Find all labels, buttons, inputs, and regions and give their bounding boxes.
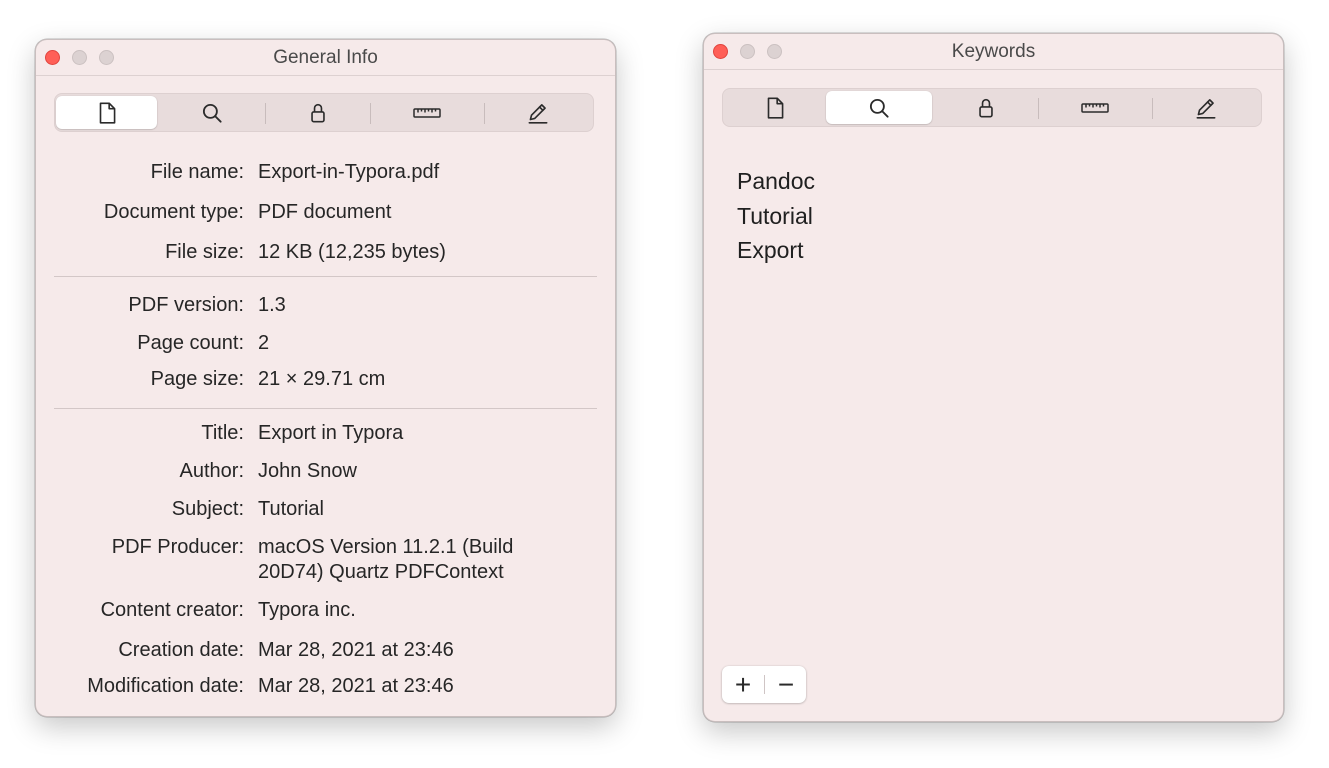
pen-icon <box>528 103 548 124</box>
tab-general-info[interactable] <box>724 91 825 124</box>
page-count-value: 2 <box>258 332 270 354</box>
author-label: Author: <box>179 460 244 482</box>
file-name-value: Export-in-Typora.pdf <box>258 161 440 183</box>
file-name-label: File name: <box>150 161 244 183</box>
document-icon <box>767 96 783 119</box>
page-size-label: Page size: <box>150 368 244 390</box>
title-bar[interactable]: General Info <box>36 40 615 76</box>
pdf-version-value: 1.3 <box>258 294 286 316</box>
pdf-version-label: PDF version: <box>128 294 244 316</box>
keyword-item[interactable]: Export <box>737 236 803 264</box>
subject-value: Tutorial <box>258 498 324 520</box>
document-type-label: Document type: <box>103 201 244 223</box>
add-remove-control: + − <box>722 666 806 703</box>
inspector-tab-bar <box>54 93 594 132</box>
ruler-icon <box>413 107 441 118</box>
author-value: John Snow <box>258 460 357 482</box>
tab-cropping[interactable] <box>1039 91 1151 124</box>
title-label: Title: <box>201 422 244 444</box>
search-icon <box>202 103 222 123</box>
tab-security[interactable] <box>934 91 1038 124</box>
tab-cropping[interactable] <box>371 96 483 129</box>
keywords-window: Keywords Pandoc Tutorial Export + − <box>703 33 1284 722</box>
tab-annotations[interactable] <box>485 96 591 129</box>
tab-keywords[interactable] <box>826 91 932 124</box>
tab-security[interactable] <box>266 96 370 129</box>
pdf-producer-value: macOS Version 11.2.1 (Build 20D74) Quart… <box>258 536 514 583</box>
window-title: Keywords <box>951 41 1036 62</box>
remove-keyword-button[interactable]: − <box>765 666 807 703</box>
tab-annotations[interactable] <box>1153 91 1259 124</box>
title-bar[interactable]: Keywords <box>704 34 1283 70</box>
section-divider <box>54 408 597 409</box>
subject-label: Subject: <box>171 498 244 520</box>
file-size-value: 12 KB (12,235 bytes) <box>258 241 446 263</box>
ruler-icon <box>1081 102 1109 113</box>
file-size-label: File size: <box>165 241 244 263</box>
lock-icon <box>979 98 993 117</box>
page-count-label: Page count: <box>137 332 244 354</box>
pdf-producer-label: PDF Producer: <box>111 536 244 558</box>
search-icon <box>869 98 889 118</box>
content-creator-label: Content creator: <box>100 599 244 621</box>
lock-icon <box>311 103 325 122</box>
document-icon <box>99 101 115 124</box>
creation-date-value: Mar 28, 2021 at 23:46 <box>258 639 454 661</box>
creation-date-label: Creation date: <box>118 639 244 661</box>
title-value: Export in Typora <box>258 422 404 444</box>
tab-general-info[interactable] <box>56 96 157 129</box>
modification-date-value: Mar 28, 2021 at 23:46 <box>258 675 454 697</box>
content-creator-value: Typora inc. <box>258 599 356 621</box>
document-type-value: PDF document <box>258 201 392 223</box>
add-keyword-button[interactable]: + <box>722 666 764 703</box>
keyword-item[interactable]: Tutorial <box>737 202 813 230</box>
page-size-value: 21 × 29.71 cm <box>258 368 386 390</box>
modification-date-label: Modification date: <box>87 675 244 697</box>
inspector-tab-bar <box>722 88 1262 127</box>
general-info-window: General Info File name: Export-in-Typora… <box>35 39 616 717</box>
tab-keywords[interactable] <box>159 96 264 129</box>
keyword-item[interactable]: Pandoc <box>737 167 815 195</box>
window-title: General Info <box>273 47 378 68</box>
section-divider <box>54 276 597 277</box>
pen-icon <box>1196 98 1216 119</box>
